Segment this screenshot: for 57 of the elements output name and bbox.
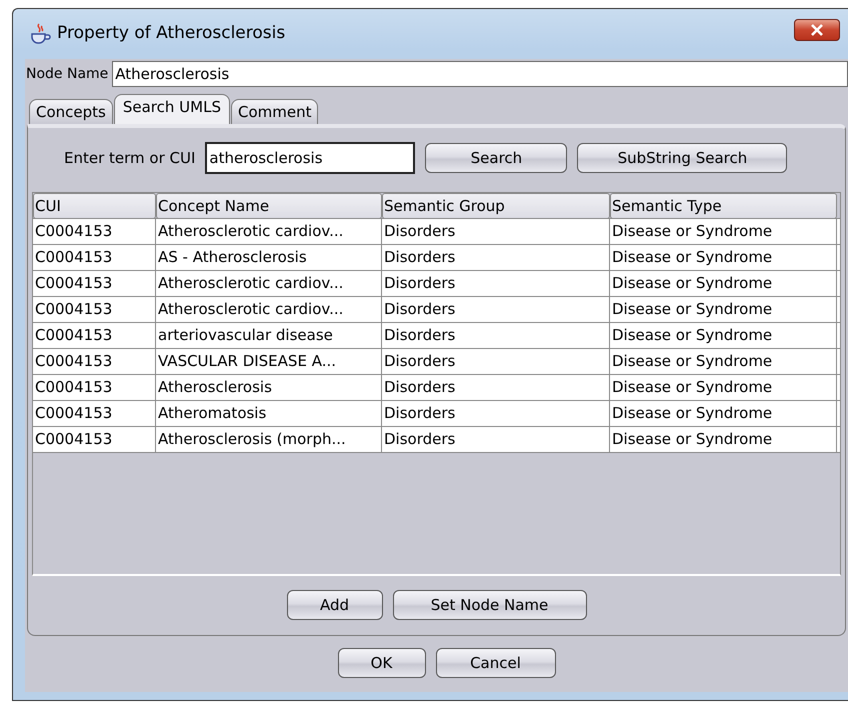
- column-header[interactable]: CUI: [33, 193, 156, 219]
- table-cell: Atheromatosis: [156, 401, 382, 426]
- button[interactable]: Search: [425, 143, 568, 173]
- table-cell: Disease or Syndrome: [610, 271, 837, 296]
- table-cell: Atherosclerotic cardiov...: [156, 297, 382, 322]
- coffee-cup-icon: [29, 23, 51, 45]
- table-cell: arteriovascular disease: [156, 323, 382, 348]
- tab[interactable]: Search UMLS: [114, 94, 230, 124]
- table-cell: C0004153: [33, 401, 156, 426]
- window-title: Property of Atherosclerosis: [57, 22, 286, 46]
- table-cell: Disorders: [382, 349, 610, 374]
- tab[interactable]: Comment: [230, 99, 318, 124]
- close-icon: [810, 24, 824, 36]
- field-label: Node Name: [25, 64, 110, 84]
- button[interactable]: Set Node Name: [392, 590, 586, 620]
- table-cell: Atherosclerosis: [156, 375, 382, 400]
- column-header[interactable]: Semantic Type: [610, 193, 837, 219]
- table-cell: AS - Atherosclerosis: [156, 245, 382, 270]
- table-cell: C0004153: [33, 297, 156, 322]
- table-cell: Disorders: [382, 245, 610, 270]
- button[interactable]: Cancel: [436, 648, 556, 678]
- field-label: Enter term or CUI: [64, 148, 196, 169]
- table-cell: C0004153: [33, 245, 156, 270]
- tab[interactable]: Concepts: [29, 99, 113, 124]
- table-cell: C0004153: [33, 375, 156, 400]
- button[interactable]: SubString Search: [577, 143, 788, 173]
- table-cell: Atherosclerotic cardiov...: [156, 219, 382, 244]
- table-cell: Disease or Syndrome: [610, 245, 837, 270]
- table-cell: Disease or Syndrome: [610, 427, 837, 452]
- table-cell: Atherosclerotic cardiov...: [156, 271, 382, 296]
- table-cell: C0004153: [33, 349, 156, 374]
- table-cell: VASCULAR DISEASE A...: [156, 349, 382, 374]
- table-cell: Disease or Syndrome: [610, 297, 837, 322]
- table-cell: C0004153: [33, 427, 156, 452]
- input-field[interactable]: Atherosclerosis: [112, 61, 848, 87]
- table-cell: Atherosclerosis (morph...: [156, 427, 382, 452]
- column-header[interactable]: Concept Name: [156, 193, 382, 219]
- search-field[interactable]: atherosclerosis: [205, 142, 416, 174]
- column-header[interactable]: Semantic Group: [382, 193, 610, 219]
- close-button[interactable]: [794, 19, 840, 41]
- button[interactable]: OK: [338, 648, 426, 678]
- table-cell: Disorders: [382, 271, 610, 296]
- table-cell: C0004153: [33, 323, 156, 348]
- table-cell: C0004153: [33, 219, 156, 244]
- table-cell: Disease or Syndrome: [610, 401, 837, 426]
- table-cell: Disease or Syndrome: [610, 323, 837, 348]
- table-cell: Disorders: [382, 401, 610, 426]
- table-cell: Disease or Syndrome: [610, 219, 837, 244]
- table-cell: Disease or Syndrome: [610, 349, 837, 374]
- table-cell: Disorders: [382, 219, 610, 244]
- button[interactable]: Add: [286, 590, 382, 620]
- table-cell: Disease or Syndrome: [610, 375, 837, 400]
- table-cell: Disorders: [382, 297, 610, 322]
- table-cell: Disorders: [382, 375, 610, 400]
- table-cell: Disorders: [382, 323, 610, 348]
- table-cell: Disorders: [382, 427, 610, 452]
- table-cell: C0004153: [33, 271, 156, 296]
